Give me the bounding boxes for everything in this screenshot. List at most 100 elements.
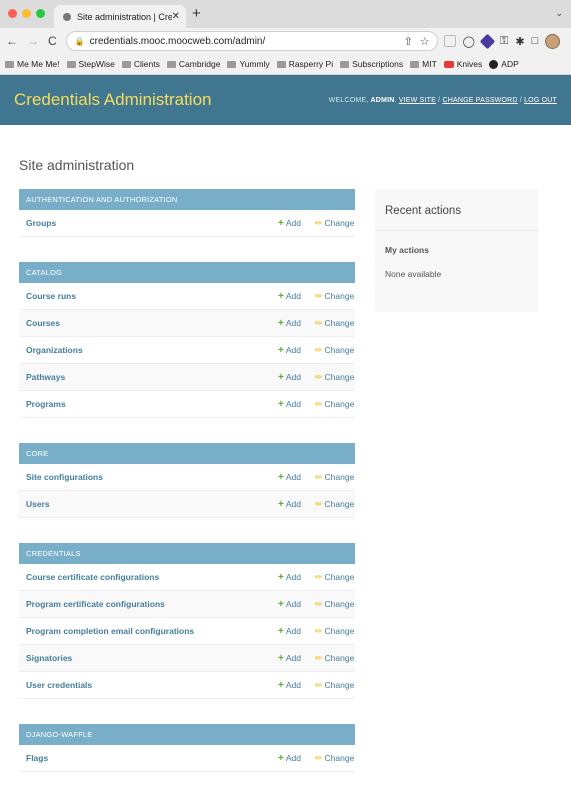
address-bar[interactable]: 🔒 credentials.mooc.moocweb.com/admin/ ⇧ … <box>65 31 438 51</box>
change-link[interactable]: ✏ Change <box>315 626 355 637</box>
change-link[interactable]: ✏ Change <box>315 653 355 664</box>
bookmark-item[interactable]: Yummly <box>227 59 270 69</box>
add-link[interactable]: + Add <box>278 399 315 410</box>
minimize-window-button[interactable] <box>22 9 31 18</box>
model-link[interactable]: Program completion email configurations <box>19 626 278 636</box>
bookmark-item[interactable]: Clients <box>121 59 160 69</box>
github-icon <box>489 59 499 69</box>
bookmark-item[interactable]: Knives <box>443 59 482 69</box>
tab-close-icon[interactable]: ✕ <box>172 11 180 22</box>
model-link[interactable]: Program certificate configurations <box>19 599 278 609</box>
no-actions-text: None available <box>385 269 442 279</box>
bookmark-item[interactable]: Cambridge <box>166 59 220 69</box>
folder-icon <box>340 60 350 68</box>
add-label: Add <box>285 345 301 355</box>
bookmark-item[interactable]: MIT <box>410 59 437 69</box>
add-link[interactable]: + Add <box>278 753 315 764</box>
lock-extension-icon[interactable]: ⚿ <box>500 35 508 48</box>
add-link[interactable]: + Add <box>278 218 315 229</box>
reload-button[interactable]: C <box>48 34 57 48</box>
change-link[interactable]: ✏ Change <box>315 499 355 510</box>
profile-avatar[interactable] <box>545 33 561 49</box>
username: admin <box>370 96 395 104</box>
folder-icon <box>166 60 176 68</box>
puzzle-icon[interactable]: ✱ <box>515 35 524 48</box>
change-link[interactable]: ✏ Change <box>315 599 355 610</box>
back-button[interactable]: ← <box>6 34 18 48</box>
browser-tab[interactable]: Site administration | Credentials ✕ <box>54 5 186 28</box>
gem-extension-icon[interactable] <box>479 33 496 49</box>
add-link[interactable]: + Add <box>278 653 315 664</box>
module-caption[interactable]: Credentials <box>19 543 355 564</box>
model-link[interactable]: Courses <box>19 318 278 328</box>
app-module: Authentication and Authorization Groups + A… <box>19 189 355 237</box>
add-link[interactable]: + Add <box>278 599 315 610</box>
change-link[interactable]: ✏ Change <box>315 472 355 483</box>
site-branding[interactable]: Credentials Administration <box>14 90 211 110</box>
add-link[interactable]: + Add <box>278 372 315 383</box>
change-link[interactable]: ✏ Change <box>315 291 355 302</box>
circle-extension-icon[interactable]: ◯ <box>463 35 475 48</box>
model-link[interactable]: Programs <box>19 399 278 409</box>
bookmark-label: MIT <box>422 59 437 69</box>
add-link[interactable]: + Add <box>278 572 315 583</box>
change-label: Change <box>324 680 355 690</box>
model-link[interactable]: Groups <box>19 218 278 228</box>
model-link[interactable]: Users <box>19 499 278 509</box>
change-link[interactable]: ✏ Change <box>315 572 355 583</box>
bookmark-item[interactable]: Me Me Me! <box>5 59 60 69</box>
bookmark-item[interactable]: ADP <box>489 59 519 69</box>
view-site-link[interactable]: View site <box>399 97 436 104</box>
model-link[interactable]: Pathways <box>19 372 278 382</box>
module-caption[interactable]: Catalog <box>19 262 355 283</box>
model-row: User credentials + Add ✏ Change <box>19 672 355 699</box>
model-row: Program certificate configurations + Add ✏ C… <box>19 591 355 618</box>
browser-menu-icon[interactable]: ⋮ <box>567 35 571 48</box>
bookmark-item[interactable]: StepWise <box>66 59 115 69</box>
pencil-icon: ✏ <box>315 217 323 228</box>
tab-search-button[interactable]: ⌄ <box>555 8 563 19</box>
model-link[interactable]: Signatories <box>19 653 278 663</box>
change-link[interactable]: ✏ Change <box>315 372 355 383</box>
add-link[interactable]: + Add <box>278 626 315 637</box>
add-link[interactable]: + Add <box>278 291 315 302</box>
add-icon: + <box>278 290 284 302</box>
change-link[interactable]: ✏ Change <box>315 753 355 764</box>
pencil-icon: ✏ <box>315 471 323 482</box>
change-link[interactable]: ✏ Change <box>315 399 355 410</box>
add-link[interactable]: + Add <box>278 680 315 691</box>
change-label: Change <box>324 345 355 355</box>
model-link[interactable]: Flags <box>19 753 278 763</box>
module-caption[interactable]: Django-Waffle <box>19 724 355 745</box>
close-window-button[interactable] <box>8 9 17 18</box>
add-icon: + <box>278 317 284 329</box>
model-link[interactable]: User credentials <box>19 680 278 690</box>
add-link[interactable]: + Add <box>278 499 315 510</box>
model-link[interactable]: Course runs <box>19 291 278 301</box>
change-link[interactable]: ✏ Change <box>315 680 355 691</box>
change-link[interactable]: ✏ Change <box>315 218 355 229</box>
add-link[interactable]: + Add <box>278 472 315 483</box>
model-link[interactable]: Course certificate configurations <box>19 572 278 582</box>
new-tab-button[interactable]: + <box>192 5 201 22</box>
module-caption[interactable]: Core <box>19 443 355 464</box>
bookmark-item[interactable]: Rasperry Pi <box>276 59 333 69</box>
log-out-link[interactable]: Log out <box>524 97 557 104</box>
change-link[interactable]: ✏ Change <box>315 318 355 329</box>
bookmark-star-icon[interactable]: ☆ <box>420 35 430 48</box>
model-link[interactable]: Organizations <box>19 345 278 355</box>
share-icon[interactable]: ⇧ <box>404 35 413 48</box>
module-caption[interactable]: Authentication and Authorization <box>19 189 355 210</box>
model-row: Groups + Add ✏ Change <box>19 210 355 237</box>
add-link[interactable]: + Add <box>278 345 315 356</box>
add-link[interactable]: + Add <box>278 318 315 329</box>
zoom-window-button[interactable] <box>36 9 45 18</box>
extension-icon[interactable] <box>443 35 456 47</box>
model-link[interactable]: Site configurations <box>19 472 278 482</box>
bookmark-item[interactable]: Subscriptions <box>340 59 403 69</box>
change-link[interactable]: ✏ Change <box>315 345 355 356</box>
forward-button[interactable]: → <box>27 34 39 48</box>
recent-actions-panel: Recent actions My actions None available <box>375 189 538 312</box>
change-password-link[interactable]: Change password <box>442 97 517 104</box>
sidebar-toggle-icon[interactable]: □ <box>532 35 539 47</box>
